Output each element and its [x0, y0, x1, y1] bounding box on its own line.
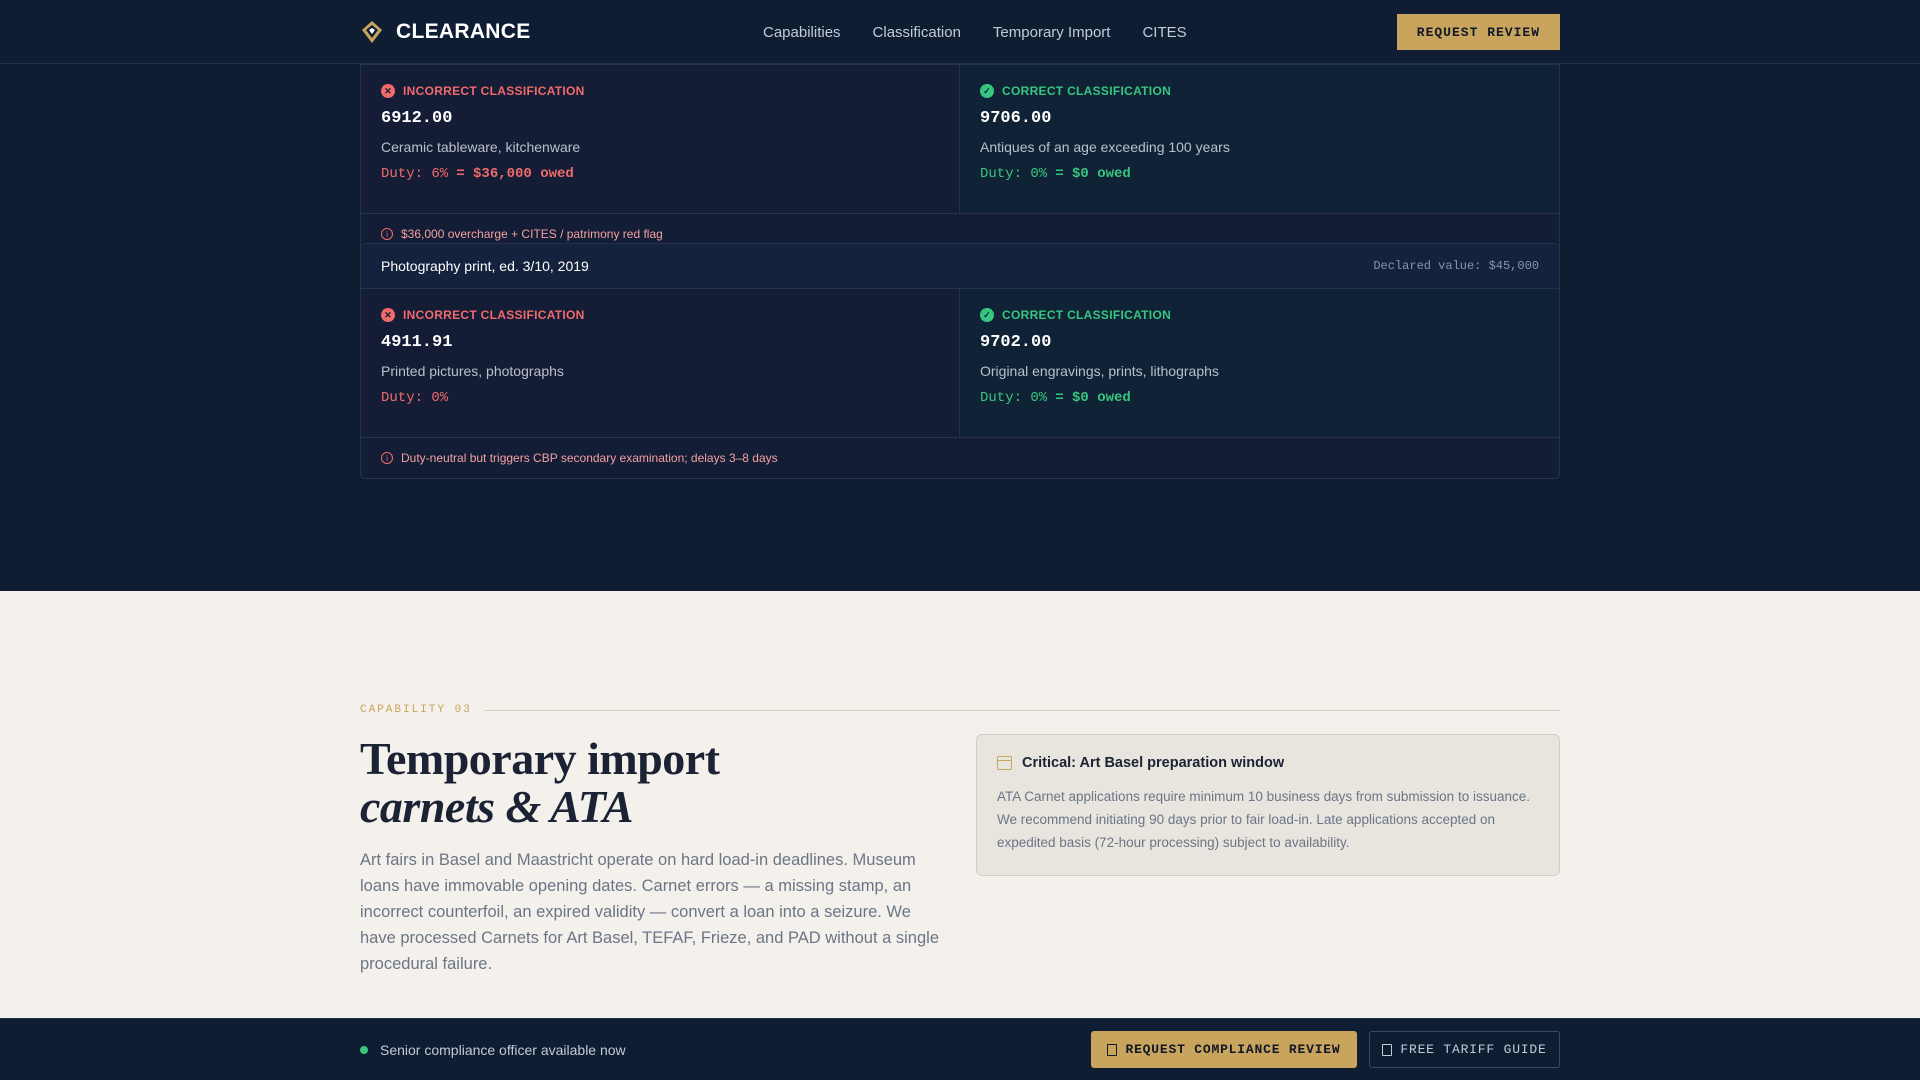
- divider: [483, 709, 1560, 711]
- note-text: $36,000 overcharge + CITES / patrimony r…: [401, 227, 663, 241]
- info-icon: i: [381, 452, 393, 464]
- heading-line-2: carnets & ATA: [360, 781, 633, 832]
- check-circle-icon: ✓: [980, 308, 994, 322]
- card-body: ✕ INCORRECT CLASSIFICATION 6912.00 Ceram…: [361, 65, 1559, 214]
- card-note: i Duty-neutral but triggers CBP secondar…: [361, 438, 1559, 478]
- capability-label: CAPABILITY 03: [360, 704, 1560, 716]
- nav-link-cites[interactable]: CITES: [1142, 24, 1186, 41]
- x-circle-icon: ✕: [381, 84, 395, 98]
- hts-code: 9702.00: [980, 333, 1052, 352]
- nav-link-classification[interactable]: Classification: [873, 24, 961, 41]
- document-icon: [1382, 1043, 1393, 1056]
- note-text: Duty-neutral but triggers CBP secondary …: [401, 451, 778, 465]
- dark-section: ✕ INCORRECT CLASSIFICATION 6912.00 Ceram…: [0, 0, 1920, 591]
- incorrect-badge: ✕ INCORRECT CLASSIFICATION: [381, 84, 585, 98]
- critical-callout: Critical: Art Basel preparation window A…: [976, 734, 1560, 876]
- hts-code: 6912.00: [381, 109, 453, 128]
- heading-line-1: Temporary import: [360, 733, 720, 784]
- duty-rate: Duty: 0% = $0 owed: [980, 390, 1131, 406]
- duty-value: Duty: 6%: [381, 166, 449, 182]
- correct-badge: ✓ CORRECT CLASSIFICATION: [980, 84, 1171, 98]
- info-icon: i: [381, 228, 393, 240]
- duty-value: Duty: 0%: [980, 166, 1048, 182]
- classification-card: Photography print, ed. 3/10, 2019 Declar…: [360, 243, 1560, 479]
- correct-label: CORRECT CLASSIFICATION: [1002, 84, 1172, 98]
- calendar-icon: [997, 756, 1012, 770]
- duty-owed: = $0 owed: [1055, 166, 1131, 182]
- check-circle-icon: ✓: [980, 84, 994, 98]
- hts-description: Ceramic tableware, kitchenware: [381, 139, 581, 155]
- hts-description: Antiques of an age exceeding 100 years: [980, 139, 1230, 155]
- nav-link-temporary-import[interactable]: Temporary Import: [993, 24, 1111, 41]
- duty-owed: = $0 owed: [1055, 390, 1131, 406]
- duty-rate: Duty: 6% = $36,000 owed: [381, 166, 574, 182]
- nav-link-capabilities[interactable]: Capabilities: [763, 24, 841, 41]
- correct-badge: ✓ CORRECT CLASSIFICATION: [980, 308, 1171, 322]
- incorrect-column: ✕ INCORRECT CLASSIFICATION 6912.00 Ceram…: [361, 65, 960, 213]
- incorrect-badge: ✕ INCORRECT CLASSIFICATION: [381, 308, 585, 322]
- item-title: Photography print, ed. 3/10, 2019: [381, 258, 589, 274]
- nav-links: Capabilities Classification Temporary Im…: [763, 24, 1187, 41]
- nav-inner: CLEARANCE Capabilities Classification Te…: [360, 0, 1560, 64]
- callout-header: Critical: Art Basel preparation window: [997, 755, 1539, 771]
- hts-code: 9706.00: [980, 109, 1052, 128]
- card-body: ✕ INCORRECT CLASSIFICATION 4911.91 Print…: [361, 289, 1559, 438]
- request-compliance-review-button[interactable]: REQUEST COMPLIANCE REVIEW: [1091, 1031, 1357, 1068]
- button-label: REQUEST COMPLIANCE REVIEW: [1125, 1042, 1341, 1057]
- top-nav: CLEARANCE Capabilities Classification Te…: [0, 0, 1920, 64]
- diamond-logo-icon: [362, 21, 382, 43]
- card-header: Photography print, ed. 3/10, 2019 Declar…: [361, 244, 1559, 289]
- request-review-button[interactable]: REQUEST REVIEW: [1396, 14, 1560, 50]
- sticky-cta-bar: Senior compliance officer available now …: [0, 1018, 1920, 1080]
- callout-title: Critical: Art Basel preparation window: [1022, 755, 1285, 771]
- incorrect-label: INCORRECT CLASSIFICATION: [403, 308, 585, 322]
- availability-status: Senior compliance officer available now: [360, 1042, 626, 1058]
- hts-description: Printed pictures, photographs: [381, 363, 564, 379]
- incorrect-label: INCORRECT CLASSIFICATION: [403, 84, 585, 98]
- duty-rate: Duty: 0%: [381, 390, 448, 406]
- section-body: Art fairs in Basel and Maastricht operat…: [360, 851, 939, 973]
- correct-column: ✓ CORRECT CLASSIFICATION 9706.00 Antique…: [960, 65, 1559, 213]
- free-tariff-guide-button[interactable]: FREE TARIFF GUIDE: [1369, 1031, 1560, 1068]
- duty-value: Duty: 0%: [980, 390, 1048, 406]
- correct-label: CORRECT CLASSIFICATION: [1002, 308, 1172, 322]
- incorrect-column: ✕ INCORRECT CLASSIFICATION 4911.91 Print…: [361, 289, 960, 437]
- duty-rate: Duty: 0% = $0 owed: [980, 166, 1131, 182]
- correct-column: ✓ CORRECT CLASSIFICATION 9702.00 Origina…: [960, 289, 1559, 437]
- hts-code: 4911.91: [381, 333, 453, 352]
- x-circle-icon: ✕: [381, 308, 395, 322]
- hts-description: Original engravings, prints, lithographs: [980, 363, 1219, 379]
- declared-value: Declared value: $45,000: [1373, 259, 1539, 273]
- section-heading: Temporary import carnets & ATA: [360, 735, 720, 831]
- document-icon: [1107, 1043, 1118, 1056]
- capability-number: CAPABILITY 03: [360, 704, 472, 716]
- availability-text: Senior compliance officer available now: [380, 1042, 626, 1058]
- capability-section: CAPABILITY 03 Temporary import carnets &…: [0, 591, 1920, 1018]
- online-dot-icon: [360, 1046, 368, 1054]
- brand-logo[interactable]: CLEARANCE: [360, 20, 531, 44]
- duty-value: Duty: 0%: [381, 390, 449, 406]
- button-label: FREE TARIFF GUIDE: [1400, 1042, 1547, 1057]
- brand-name: CLEARANCE: [396, 20, 531, 43]
- duty-owed: = $36,000 owed: [456, 166, 574, 182]
- callout-text: ATA Carnet applications require minimum …: [997, 789, 1530, 850]
